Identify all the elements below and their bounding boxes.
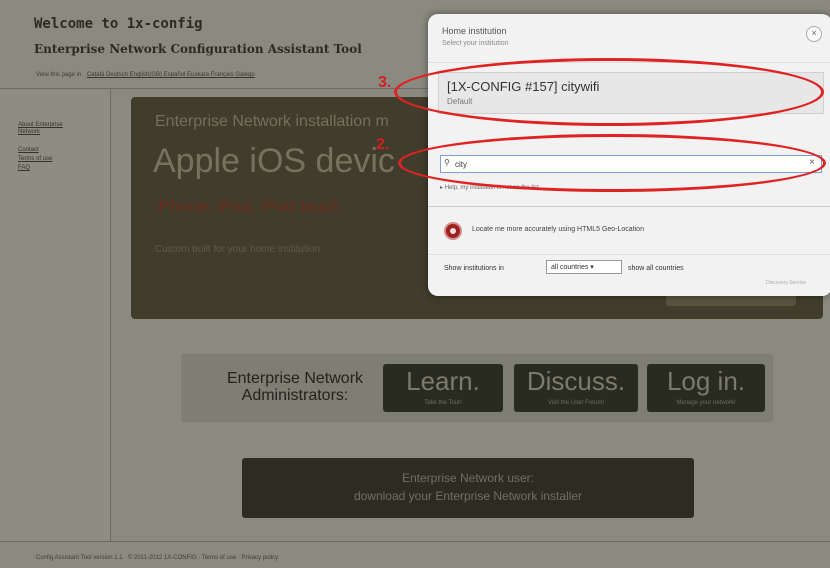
hero-caption: Custom built for your home institution (155, 244, 321, 255)
page-subtitle: Enterprise Network Configuration Assista… (34, 42, 362, 56)
login-button-caption: Manage your network! (676, 400, 736, 406)
dialog-divider (428, 254, 830, 255)
dialog-divider (428, 206, 830, 207)
step-3-label: 3. (378, 74, 392, 91)
show-all-countries-link[interactable]: show all countries (628, 265, 684, 272)
login-button-title: Log in. (666, 366, 746, 396)
page-title: Welcome to 1x-config (34, 16, 203, 32)
discuss-button[interactable]: Discuss. Visit the User Forum! (514, 364, 638, 412)
country-select[interactable]: all countries ▾ (546, 260, 622, 274)
dialog-title: Home institution (442, 26, 507, 36)
highlight-ellipse-result (394, 58, 824, 126)
sidebar-item-about[interactable]: About Enterprise Network (18, 122, 78, 136)
admin-panel: Enterprise Network Administrators: Learn… (181, 354, 773, 422)
login-button[interactable]: Log in. Manage your network! (647, 364, 765, 412)
highlight-ellipse-search (398, 134, 826, 192)
sidebar-item-contact[interactable]: Contact (18, 147, 78, 154)
step-2-label: 2. (376, 136, 390, 153)
close-icon[interactable]: × (806, 26, 822, 42)
discovery-service-credit: Discovery Service (766, 280, 807, 286)
footer-divider (0, 541, 830, 542)
geolocation-icon[interactable] (444, 222, 462, 240)
learn-button-caption: Take the Tour! (424, 400, 462, 406)
discuss-button-title: Discuss. (526, 366, 626, 396)
hero-subtitle: iPhone, iPad, iPod touch (155, 197, 342, 216)
geolocation-link[interactable]: Locate me more accurately using HTML5 Ge… (472, 226, 644, 233)
page: Welcome to 1x-config Enterprise Network … (0, 0, 830, 568)
language-bar: View this page in Català Deutsch English… (36, 72, 255, 78)
download-installer-button[interactable]: Enterprise Network user: download your E… (242, 458, 694, 518)
download-line-1: Enterprise Network user: (401, 471, 535, 485)
hero-title: Apple iOS devic (153, 142, 395, 180)
left-sidebar: About Enterprise Network Contact Terms o… (0, 89, 111, 541)
footer-text: Config Assistant Tool version 1.1 · © 20… (36, 555, 279, 561)
learn-button-title: Learn. (406, 366, 480, 396)
admin-label: Enterprise Network Administrators: (226, 370, 364, 404)
dialog-subtitle: Select your institution (442, 40, 509, 47)
learn-button[interactable]: Learn. Take the Tour! (383, 364, 503, 412)
language-links[interactable]: Català Deutsch English(GB) Español Euska… (87, 72, 255, 78)
language-bar-label: View this page in (36, 72, 82, 78)
sidebar-item-terms[interactable]: Terms of use (18, 156, 78, 163)
sidebar-item-faq[interactable]: FAQ (18, 165, 78, 172)
download-line-2: download your Enterprise Network install… (353, 489, 583, 503)
discuss-button-caption: Visit the User Forum! (547, 400, 605, 406)
country-filter-label: Show institutions in (444, 265, 504, 272)
hero-heading: Enterprise Network installation m (155, 113, 389, 130)
